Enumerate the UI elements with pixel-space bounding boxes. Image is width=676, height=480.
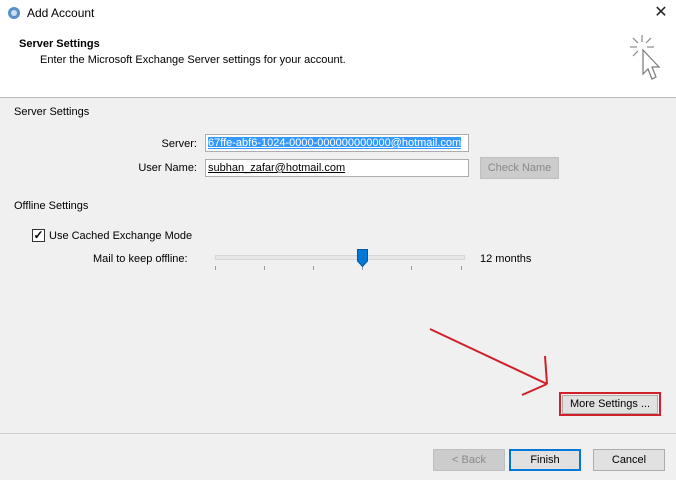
slider-tick	[264, 266, 265, 270]
slider-tick	[215, 266, 216, 270]
annotation-arrow-icon	[429, 328, 548, 396]
slider-track[interactable]	[215, 255, 465, 260]
back-button[interactable]: < Back	[433, 449, 505, 471]
slider-tick	[313, 266, 314, 270]
annotation-highlight-box	[559, 392, 661, 416]
server-value: 67ffe-abf6-1024-0000-000000000000@hotmai…	[208, 137, 462, 149]
dialog-header: Server Settings Enter the Microsoft Exch…	[0, 27, 676, 98]
server-field[interactable]: 67ffe-abf6-1024-0000-000000000000@hotmai…	[205, 134, 469, 152]
server-label: Server:	[161, 138, 197, 150]
slider-thumb-icon[interactable]	[357, 249, 368, 267]
header-subtitle: Enter the Microsoft Exchange Server sett…	[40, 54, 346, 66]
mail-offline-value: 12 months	[480, 253, 532, 265]
check-name-button[interactable]: Check Name	[480, 157, 559, 179]
window-title: Add Account	[27, 6, 95, 20]
checkbox-check-icon: ✓	[33, 228, 44, 242]
close-icon[interactable]: ✕	[646, 0, 676, 26]
cached-mode-label[interactable]: Use Cached Exchange Mode	[49, 230, 192, 242]
username-field[interactable]: subhan_zafar@hotmail.com	[205, 159, 469, 177]
footer-divider	[0, 433, 676, 434]
finish-button[interactable]: Finish	[509, 449, 581, 471]
slider-tick	[461, 266, 462, 270]
server-settings-label: Server Settings	[14, 106, 90, 118]
mail-offline-label: Mail to keep offline:	[93, 253, 188, 265]
username-label: User Name:	[138, 162, 197, 174]
cancel-button[interactable]: Cancel	[593, 449, 665, 471]
title-bar: Add Account ✕	[0, 0, 676, 27]
offline-settings-label: Offline Settings	[14, 200, 89, 212]
outlook-app-icon	[8, 7, 20, 19]
cursor-click-icon	[630, 35, 661, 80]
header-title: Server Settings	[19, 38, 100, 50]
cached-mode-checkbox[interactable]: ✓	[32, 229, 45, 242]
slider-tick	[411, 266, 412, 270]
username-value: subhan_zafar@hotmail.com	[208, 162, 346, 174]
